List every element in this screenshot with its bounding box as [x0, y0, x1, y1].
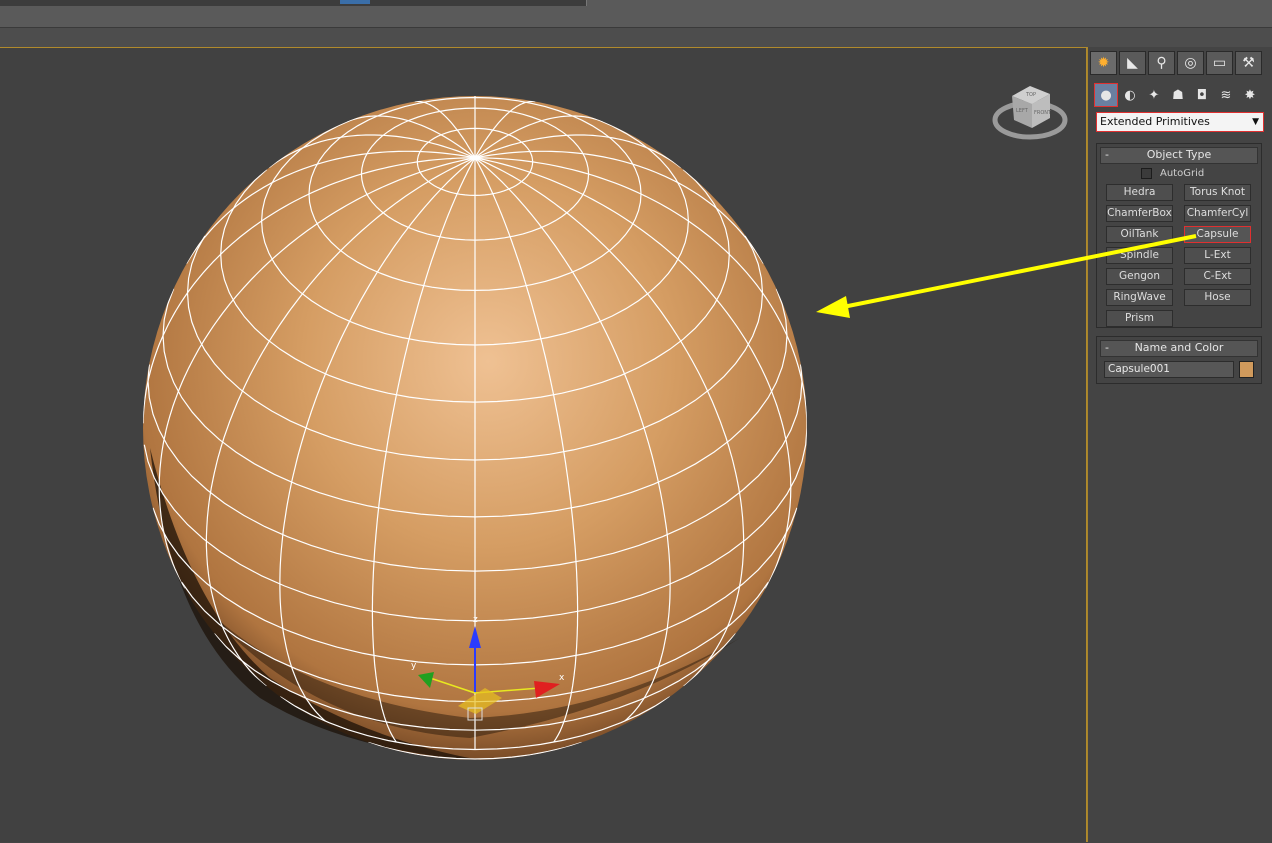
name-and-color-rollout: - Name and Color Capsule001: [1096, 336, 1262, 384]
object-type-button-oiltank[interactable]: OilTank: [1106, 226, 1173, 243]
object-type-button-chamfercyl[interactable]: ChamferCyl: [1184, 205, 1251, 222]
shapes-category-icon[interactable]: ◐: [1118, 83, 1142, 107]
autogrid-checkbox[interactable]: [1141, 168, 1152, 179]
gizmo-y-label: y: [411, 661, 417, 671]
toolbar-strip: [0, 0, 587, 6]
viewcube[interactable]: TOP FRONT LEFT: [992, 86, 1068, 140]
object-type-header[interactable]: - Object Type: [1100, 147, 1258, 164]
primitive-type-value: Extended Primitives: [1100, 115, 1210, 128]
secondary-toolbar: [0, 28, 1272, 47]
autogrid-label: AutoGrid: [1160, 168, 1205, 179]
object-type-button-l-ext[interactable]: L-Ext: [1184, 247, 1251, 264]
viewcube-front-label: FRONT: [1034, 110, 1052, 116]
create-tab-icon[interactable]: ✹: [1090, 51, 1117, 75]
object-type-button-torus-knot[interactable]: Torus Knot: [1184, 184, 1251, 201]
object-color-swatch[interactable]: [1239, 361, 1254, 378]
name-and-color-title: Name and Color: [1134, 341, 1224, 354]
autogrid-option[interactable]: AutoGrid: [1141, 168, 1204, 179]
object-type-rollout: - Object Type AutoGrid Hedra Torus Knot Ch…: [1096, 143, 1262, 328]
command-panel-tabs: ✹ ◣ ⚲ ◎ ▭ ⚒: [1090, 51, 1262, 77]
command-panel: ✹ ◣ ⚲ ◎ ▭ ⚒ ● ◐ ✦ ☗ ◘ ≋ ✸ Extended Primitives ▼ - O…: [1088, 47, 1272, 842]
systems-category-icon[interactable]: ✸: [1238, 83, 1262, 107]
object-type-title: Object Type: [1146, 148, 1212, 161]
perspective-viewport[interactable]: z y x TOP FRONT LEFT: [0, 47, 1087, 842]
lights-category-icon[interactable]: ✦: [1142, 83, 1166, 107]
object-name-input[interactable]: Capsule001: [1104, 361, 1234, 378]
hierarchy-tab-icon[interactable]: ⚲: [1148, 51, 1175, 75]
motion-tab-icon[interactable]: ◎: [1177, 51, 1204, 75]
chevron-down-icon: ▼: [1252, 117, 1259, 127]
viewport-canvas[interactable]: z y x TOP FRONT LEFT: [0, 48, 1087, 843]
spacewarps-category-icon[interactable]: ≋: [1214, 83, 1238, 107]
object-type-button-gengon[interactable]: Gengon: [1106, 268, 1173, 285]
main-toolbar: [0, 0, 1272, 28]
gizmo-z-label: z: [473, 615, 478, 625]
object-type-button-prism[interactable]: Prism: [1106, 310, 1173, 327]
object-type-button-spindle[interactable]: Spindle: [1106, 247, 1173, 264]
object-type-button-hedra[interactable]: Hedra: [1106, 184, 1173, 201]
object-type-button-c-ext[interactable]: C-Ext: [1184, 268, 1251, 285]
object-type-button-hose[interactable]: Hose: [1184, 289, 1251, 306]
display-tab-icon[interactable]: ▭: [1206, 51, 1233, 75]
modify-tab-icon[interactable]: ◣: [1119, 51, 1146, 75]
geometry-category-icon[interactable]: ●: [1094, 83, 1118, 107]
name-and-color-header[interactable]: - Name and Color: [1100, 340, 1258, 357]
primitive-type-dropdown[interactable]: Extended Primitives ▼: [1096, 112, 1264, 132]
viewcube-left-label: LEFT: [1016, 108, 1029, 114]
collapse-icon: -: [1105, 341, 1109, 354]
create-categories: ● ◐ ✦ ☗ ◘ ≋ ✸: [1094, 83, 1262, 107]
object-type-button-ringwave[interactable]: RingWave: [1106, 289, 1173, 306]
gizmo-x-label: x: [559, 673, 565, 683]
object-type-button-chamferbox[interactable]: ChamferBox: [1106, 205, 1173, 222]
collapse-icon: -: [1105, 148, 1109, 161]
helpers-category-icon[interactable]: ◘: [1190, 83, 1214, 107]
toolbar-highlight: [340, 0, 370, 4]
object-type-button-capsule[interactable]: Capsule: [1184, 226, 1251, 243]
cameras-category-icon[interactable]: ☗: [1166, 83, 1190, 107]
viewcube-top-label: TOP: [1025, 92, 1036, 98]
utilities-tab-icon[interactable]: ⚒: [1235, 51, 1262, 75]
